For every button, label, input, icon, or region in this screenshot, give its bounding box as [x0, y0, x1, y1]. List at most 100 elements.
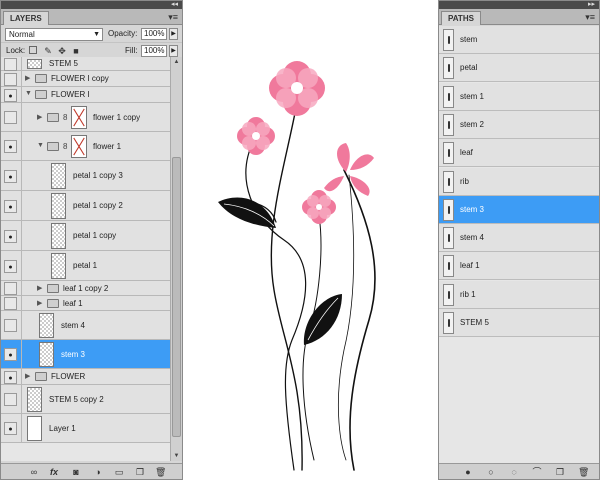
layer-name[interactable]: FLOWER [51, 372, 85, 382]
lock-transparency-icon[interactable] [29, 46, 37, 54]
chevron-right-icon[interactable]: ▶ [25, 372, 30, 380]
layer-name[interactable]: petal 1 [73, 261, 97, 271]
layer-row[interactable]: stem 3 [1, 340, 170, 369]
scroll-down-icon[interactable]: ▼ [171, 451, 182, 461]
layer-name[interactable]: petal 1 copy 3 [73, 171, 123, 181]
blend-mode-select[interactable]: Normal ▼ [5, 28, 103, 41]
layer-name[interactable]: leaf 1 copy 2 [63, 284, 108, 294]
path-name[interactable]: rib 1 [460, 290, 476, 299]
tab-layers[interactable]: LAYERS [3, 11, 49, 25]
path-name[interactable]: stem [460, 35, 477, 44]
layers-scroll-thumb[interactable] [172, 157, 181, 437]
new-layer-icon[interactable]: ❐ [135, 467, 145, 477]
eye-icon[interactable] [4, 370, 17, 384]
chevron-right-icon[interactable]: ▶ [25, 74, 30, 82]
eye-icon[interactable] [4, 259, 17, 273]
fill-input[interactable]: 100% [141, 45, 167, 57]
eye-icon[interactable] [4, 111, 17, 124]
lock-brush-icon[interactable]: ✎ [43, 46, 53, 56]
layer-name[interactable]: leaf 1 [63, 299, 83, 309]
opacity-slider-arrow[interactable]: ▶ [169, 28, 178, 40]
document-canvas[interactable] [184, 0, 438, 480]
layer-row[interactable]: ▶ leaf 1 [1, 296, 170, 311]
layer-name[interactable]: petal 1 copy 2 [73, 201, 123, 211]
eye-icon[interactable] [4, 422, 17, 435]
path-row[interactable]: stem [439, 26, 599, 54]
layer-row[interactable]: petal 1 copy [1, 221, 170, 251]
opacity-input[interactable]: 100% [141, 28, 167, 40]
layer-name[interactable]: STEM 5 [49, 59, 78, 69]
layer-style-icon[interactable]: fx [49, 467, 59, 477]
layer-row[interactable]: STEM 5 copy 2 [1, 385, 170, 414]
scroll-up-icon[interactable]: ▲ [171, 57, 182, 67]
path-row[interactable]: rib [439, 167, 599, 196]
fill-slider-arrow[interactable]: ▶ [169, 45, 178, 57]
make-work-path-icon[interactable]: ⌒ [532, 467, 542, 477]
layer-name[interactable]: flower 1 [93, 142, 121, 152]
eye-icon[interactable] [4, 199, 17, 213]
tab-paths[interactable]: PATHS [441, 11, 481, 25]
fill-path-icon[interactable]: ● [463, 467, 473, 477]
path-name[interactable]: leaf [460, 148, 473, 157]
eye-icon[interactable] [4, 348, 17, 361]
add-mask-icon[interactable]: ◙ [71, 467, 81, 477]
eye-icon[interactable] [4, 169, 17, 183]
eye-icon[interactable] [4, 229, 17, 243]
layer-name[interactable]: FLOWER I copy [51, 74, 109, 84]
path-name[interactable]: stem 1 [460, 92, 484, 101]
layer-name[interactable]: stem 4 [61, 321, 85, 331]
eye-icon[interactable] [4, 282, 17, 295]
link-icon[interactable]: 8 [63, 142, 67, 151]
eye-icon[interactable] [4, 140, 17, 153]
chevron-down-icon[interactable]: ▼ [37, 142, 44, 149]
lock-move-icon[interactable]: ✥ [57, 46, 67, 56]
path-row[interactable]: leaf [439, 139, 599, 168]
path-row[interactable]: STEM 5 [439, 309, 599, 337]
double-chevron-icon[interactable]: ▸▸ [588, 0, 595, 9]
layer-name[interactable]: FLOWER I [51, 90, 90, 100]
layer-name[interactable]: stem 3 [61, 350, 85, 360]
chevron-right-icon[interactable]: ▶ [37, 299, 42, 307]
path-name[interactable]: rib [460, 177, 469, 186]
path-name[interactable]: petal [460, 63, 477, 72]
path-row[interactable]: rib 1 [439, 280, 599, 309]
layer-row[interactable]: ▶ FLOWER [1, 369, 170, 385]
chevron-right-icon[interactable]: ▶ [37, 284, 42, 292]
vector-mask-icon[interactable] [71, 135, 87, 158]
layer-row[interactable]: ▼ FLOWER I [1, 87, 170, 103]
layer-row[interactable]: petal 1 copy 2 [1, 191, 170, 221]
path-name[interactable]: stem 3 [460, 205, 484, 214]
link-icon[interactable]: 8 [63, 113, 67, 122]
trash-icon[interactable]: 🗑 [578, 467, 589, 477]
path-name[interactable]: stem 4 [460, 233, 484, 242]
layers-panel-titlebar[interactable]: ◂◂ [1, 1, 182, 9]
layer-row[interactable]: ▶ leaf 1 copy 2 [1, 281, 170, 296]
layer-name[interactable]: petal 1 copy [73, 231, 116, 241]
path-name[interactable]: leaf 1 [460, 261, 480, 270]
eye-icon[interactable] [4, 297, 17, 310]
path-name[interactable]: stem 2 [460, 120, 484, 129]
stroke-path-icon[interactable]: ○ [486, 467, 496, 477]
eye-icon[interactable] [4, 57, 17, 71]
eye-icon[interactable] [4, 72, 17, 86]
layers-scrollbar[interactable]: ▲ ▼ [170, 57, 182, 461]
adjustment-layer-icon[interactable]: ◑ [93, 467, 103, 477]
paths-panel-titlebar[interactable]: ▸▸ [439, 1, 599, 9]
layer-name[interactable]: STEM 5 copy 2 [49, 395, 104, 405]
vector-mask-icon[interactable] [71, 106, 87, 129]
layer-name[interactable]: flower 1 copy [93, 113, 140, 123]
eye-icon[interactable] [4, 88, 17, 102]
path-row[interactable]: stem 4 [439, 224, 599, 253]
layer-row[interactable]: ▶ FLOWER I copy [1, 71, 170, 87]
path-row[interactable]: petal [439, 54, 599, 83]
trash-icon[interactable]: 🗑 [155, 467, 166, 477]
panel-menu-icon[interactable]: ▾≡ [585, 11, 595, 23]
layer-row[interactable]: Layer 1 [1, 414, 170, 443]
link-layers-icon[interactable]: ∞ [29, 467, 39, 477]
path-name[interactable]: STEM 5 [460, 318, 489, 327]
layer-row[interactable]: petal 1 [1, 251, 170, 281]
layer-row[interactable]: petal 1 copy 3 [1, 161, 170, 191]
new-path-icon[interactable]: ❐ [555, 467, 565, 477]
path-row[interactable]: stem 1 [439, 82, 599, 111]
double-chevron-icon[interactable]: ◂◂ [171, 0, 178, 9]
